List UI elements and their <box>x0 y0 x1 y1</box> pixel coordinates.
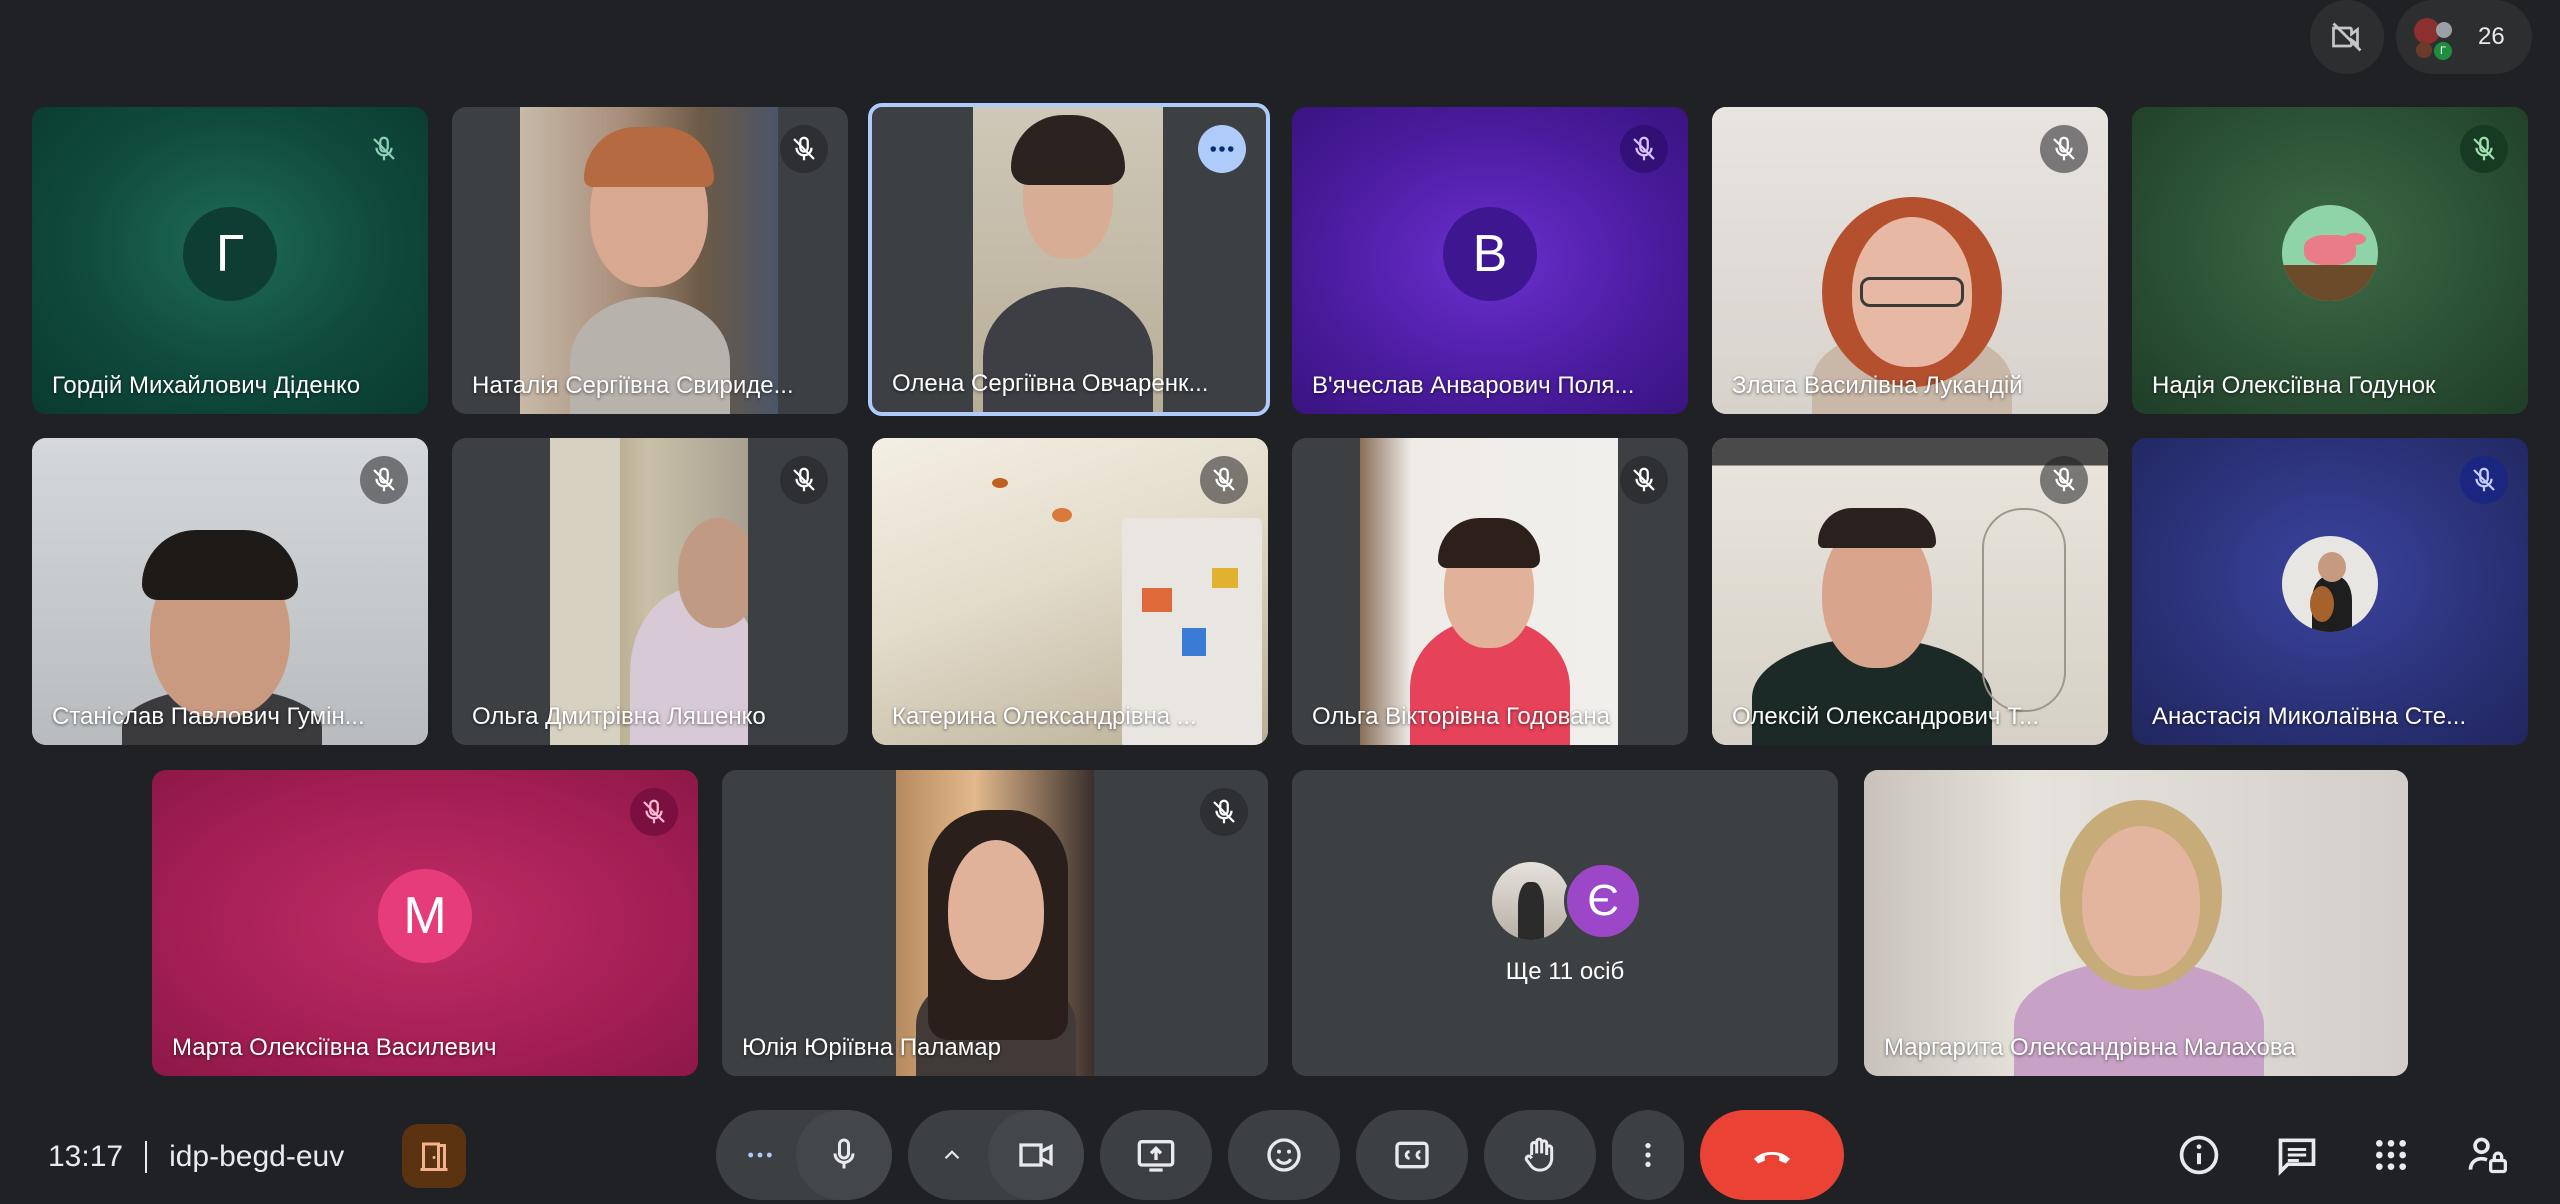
host-controls-button[interactable] <box>2458 1126 2516 1184</box>
video-feed <box>896 770 1094 1076</box>
mic-off-icon <box>2040 125 2088 173</box>
emoji-icon <box>1267 1138 1301 1172</box>
participant-name: Юлія Юріївна Паламар <box>742 1034 1001 1061</box>
participant-tile[interactable]: Олексій Олександрович Т... <box>1712 438 2108 745</box>
captions-button[interactable] <box>1356 1110 1468 1200</box>
mic-off-icon <box>1200 456 1248 504</box>
door-icon <box>420 1142 448 1171</box>
participant-name: Олексій Олександрович Т... <box>1732 703 2040 730</box>
mic-off-icon <box>630 788 678 836</box>
avatar: Є <box>1564 862 1642 940</box>
more-participants-label: Ще 11 осіб <box>1505 958 1625 985</box>
video-feed <box>973 107 1163 412</box>
microphone-button[interactable] <box>796 1110 892 1200</box>
meeting-details-button[interactable] <box>2170 1126 2228 1184</box>
more-vert-icon <box>1645 1143 1651 1167</box>
participant-tile[interactable]: M Марта Олексіївна Василевич <box>152 770 698 1076</box>
participant-name: Гордій Михайлович Діденко <box>52 372 361 399</box>
mic-off-icon <box>360 456 408 504</box>
video-feed <box>1360 438 1618 745</box>
more-horiz-icon <box>748 1152 772 1158</box>
participant-name: Ольга Вікторівна Годована <box>1312 703 1611 730</box>
participant-count: 26 <box>2478 23 2505 50</box>
participant-name: Маргарита Олександрівна Малахова <box>1884 1034 2296 1061</box>
participant-name: Надія Олексіївна Годунок <box>2152 372 2436 399</box>
meeting-info: 13:17 idp-begd-euv <box>48 1140 344 1174</box>
more-options-button[interactable] <box>1198 125 1246 173</box>
audio-settings-button[interactable] <box>716 1110 804 1200</box>
hand-icon <box>1524 1137 1554 1172</box>
reactions-button[interactable] <box>1228 1110 1340 1200</box>
participant-avatars: Г <box>2414 12 2464 62</box>
camera-off-indicator[interactable] <box>2310 0 2384 74</box>
host-lock-icon <box>2468 1137 2507 1174</box>
mic-off-icon <box>1200 788 1248 836</box>
mic-off-icon <box>360 125 408 173</box>
participant-tile[interactable]: Станіслав Павлович Гумін... <box>32 438 428 745</box>
avatar: В <box>1443 206 1537 301</box>
avatar: M <box>378 869 472 963</box>
mic-off-icon <box>1620 125 1668 173</box>
meeting-code: idp-begd-euv <box>169 1140 345 1173</box>
participant-name: Злата Василівна Лукандій <box>1732 372 2023 399</box>
camera-button[interactable] <box>988 1110 1084 1200</box>
avatar: Г <box>183 206 277 301</box>
mic-off-icon <box>780 125 828 173</box>
chevron-up-icon <box>944 1150 960 1160</box>
mic-icon <box>833 1138 855 1169</box>
participant-tile[interactable]: Юлія Юріївна Паламар <box>722 770 1268 1076</box>
participant-tile[interactable]: В В'ячеслав Анварович Поля... <box>1292 107 1688 414</box>
call-end-icon <box>1754 1152 1790 1164</box>
participant-tile[interactable]: Г Гордій Михайлович Діденко <box>32 107 428 414</box>
activities-button[interactable] <box>2362 1126 2420 1184</box>
participant-tile[interactable]: Наталія Сергіївна Свириде... <box>452 107 848 414</box>
participant-name: Станіслав Павлович Гумін... <box>52 703 365 730</box>
participant-tile[interactable]: Ольга Вікторівна Годована <box>1292 438 1688 745</box>
more-participants-tile[interactable]: Є Ще 11 осіб <box>1292 770 1838 1076</box>
mic-off-icon <box>2460 125 2508 173</box>
avatar <box>2282 204 2378 301</box>
raise-hand-button[interactable] <box>1484 1110 1596 1200</box>
mic-off-icon <box>780 456 828 504</box>
participant-name: В'ячеслав Анварович Поля... <box>1312 372 1635 399</box>
video-feed <box>520 107 778 414</box>
apps-grid-icon <box>2376 1140 2406 1170</box>
videocam-icon <box>1019 1143 1053 1167</box>
video-off-icon <box>2332 22 2362 52</box>
more-options-button[interactable] <box>1612 1110 1684 1200</box>
chat-icon <box>2278 1138 2316 1176</box>
participant-name: Марта Олексіївна Василевич <box>172 1034 497 1061</box>
info-icon <box>2179 1135 2219 1175</box>
participant-tile[interactable]: Катерина Олександрівна ... <box>872 438 1268 745</box>
video-settings-button[interactable] <box>908 1110 996 1200</box>
mic-off-icon <box>2460 456 2508 504</box>
mic-off-icon <box>2040 456 2088 504</box>
chat-button[interactable] <box>2268 1126 2326 1184</box>
clock-time: 13:17 <box>48 1140 124 1173</box>
mic-off-icon <box>1620 456 1668 504</box>
other-avatars: Є <box>1492 862 1652 942</box>
present-icon <box>1137 1140 1175 1172</box>
more-horiz-icon <box>1210 146 1234 152</box>
participant-name: Ольга Дмитрівна Ляшенко <box>472 703 766 730</box>
video-feed <box>1864 770 2408 1076</box>
participant-tile[interactable]: Надія Олексіївна Годунок <box>2132 107 2528 414</box>
participant-tile[interactable]: Анастасія Миколаївна Сте... <box>2132 438 2528 745</box>
participant-name: Анастасія Миколаївна Сте... <box>2152 703 2467 730</box>
participant-tile-active[interactable]: Олена Сергіївна Овчаренк... <box>868 103 1270 416</box>
participant-tile[interactable]: Злата Василівна Лукандій <box>1712 107 2108 414</box>
participant-name: Наталія Сергіївна Свириде... <box>472 372 794 399</box>
participant-name: Олена Сергіївна Овчаренк... <box>892 370 1209 397</box>
video-feed <box>550 438 748 745</box>
participants-button[interactable]: Г 26 <box>2396 0 2532 74</box>
captions-icon <box>1395 1141 1429 1169</box>
participant-tile[interactable]: Маргарита Олександрівна Малахова <box>1864 770 2408 1076</box>
avatar <box>2282 535 2378 632</box>
participant-name: Катерина Олександрівна ... <box>892 703 1197 730</box>
door-button[interactable] <box>402 1124 466 1188</box>
present-screen-button[interactable] <box>1100 1110 1212 1200</box>
participant-tile[interactable]: Ольга Дмитрівна Ляшенко <box>452 438 848 745</box>
leave-call-button[interactable] <box>1700 1110 1844 1200</box>
